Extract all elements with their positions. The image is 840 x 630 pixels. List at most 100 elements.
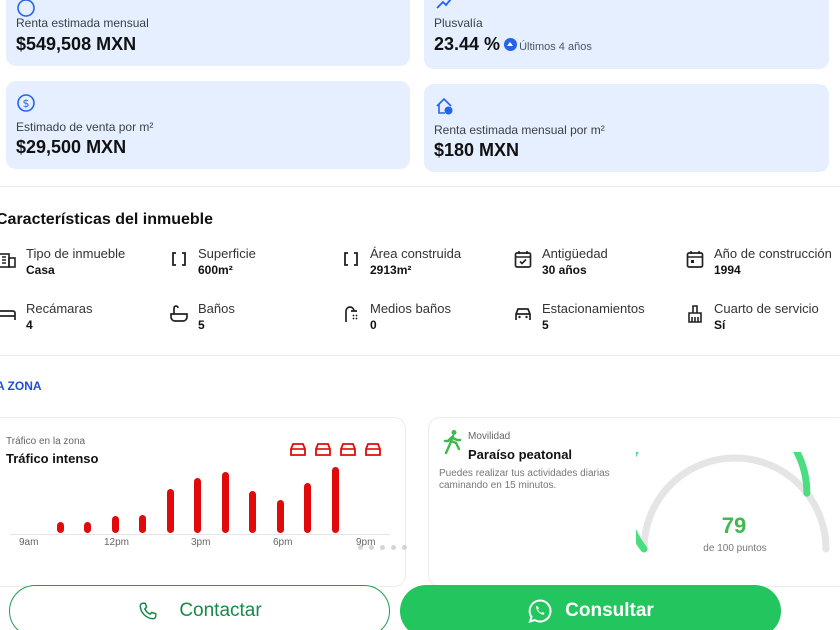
carousel-dot[interactable] [402,545,407,550]
mobility-value: Paraíso peatonal [468,447,573,462]
walking-person-icon [443,430,462,455]
divider [0,355,840,356]
stat-value: 23.44 % Últimos 4 años [434,34,592,55]
feature-service-room: Cuarto de servicio Sí [684,301,840,341]
car-icon [290,443,306,456]
traffic-bar [304,483,311,533]
feature-label: Medios baños [370,301,451,316]
brackets-icon [172,252,186,266]
mobility-score-sub: de 100 puntos [703,543,767,554]
feature-value: 30 años [542,263,587,277]
feature-value: 600m² [198,263,233,277]
feature-value: Casa [26,263,55,277]
consult-button[interactable]: Consultar [400,585,781,630]
car-icon [365,443,381,456]
carousel-dot[interactable] [358,545,363,550]
building-icon [0,253,16,268]
section-title-zone: A ZONA [0,379,42,393]
feature-bathrooms: Baños 5 [168,301,328,341]
dollar-circle-icon: $ [17,94,35,112]
stat-label: Estimado de venta por m² [16,120,154,134]
stat-value: $29,500 MXN [16,137,127,157]
feature-value: 2913m² [370,263,412,277]
car-icon [340,443,356,456]
mobility-description: Puedes realizar tus actividades diarias … [439,468,610,491]
feature-parking: Estacionamientos 5 [512,301,672,341]
feature-value: 0 [370,318,377,332]
feature-built-area: Área construida 2913m² [340,246,500,286]
consult-label: Consultar [565,600,654,621]
carousel-dot[interactable] [380,545,385,550]
phone-icon [139,602,157,620]
whatsapp-icon [528,599,552,623]
traffic-bar [111,516,119,533]
feature-age: Antigüedad 30 años [512,246,672,286]
calendar-check-icon [514,251,532,268]
stat-label: Renta estimada mensual [16,16,149,30]
feature-label: Recámaras [26,301,93,316]
feature-value: 4 [26,318,33,332]
stat-label: Plusvalía [434,16,483,30]
carousel-dots[interactable] [358,545,407,550]
traffic-bar [139,515,146,533]
feature-label: Superficie [198,246,256,261]
carousel-dot[interactable] [391,545,396,550]
house-dollar-icon [436,97,453,115]
contact-label: Contactar [179,600,262,621]
feature-value: 5 [198,318,205,332]
feature-value: Sí [714,318,726,332]
feature-property-type: Tipo de inmueble Casa [0,246,156,286]
cleaning-icon [688,305,702,323]
feature-label: Área construida [370,246,462,261]
contact-button[interactable]: Contactar [9,585,390,630]
traffic-bar [84,521,91,533]
section-title-features: Características del inmueble [0,211,213,228]
feature-value: 5 [542,318,549,332]
bed-icon [0,310,16,320]
feature-label: Año de construcción [714,246,832,261]
trend-up-icon [436,0,452,9]
car-icon [315,443,331,456]
mobility-label: Movilidad [468,431,511,442]
carousel-dot[interactable] [369,545,374,550]
chart-baseline [10,534,390,535]
tick-label: 3pm [191,537,211,548]
traffic-bar [166,488,174,533]
traffic-bar [276,499,284,533]
traffic-label: Tráfico en la zona [6,436,86,447]
calendar-icon [686,251,704,268]
feature-label: Baños [198,301,235,316]
feature-label: Estacionamientos [542,301,645,316]
stat-value: $180 MXN [434,140,520,160]
traffic-bar [249,490,256,533]
capital-gain-period: Últimos 4 años [519,41,592,53]
stat-card-capital-gain: Plusvalía 23.44 % Últimos 4 años [424,0,829,69]
traffic-bar [221,472,229,533]
stat-value: $549,508 MXN [16,34,137,54]
bathtub-icon [170,305,188,322]
stat-card-sale-per-m2: $ Estimado de venta por m² $29,500 MXN [6,81,410,169]
tick-label: 9am [19,537,39,548]
feature-label: Cuarto de servicio [714,301,819,316]
traffic-bar [194,477,201,533]
car-icon [515,308,531,320]
brackets-icon [344,252,358,266]
stat-card-rent-per-m2: Renta estimada mensual por m² $180 MXN [424,84,829,172]
traffic-bar [331,466,339,533]
stat-card-rent-monthly: Renta estimada mensual $549,508 MXN [6,0,410,66]
divider [0,186,840,187]
feature-half-baths: Medios baños 0 [340,301,500,341]
feature-label: Antigüedad [542,246,608,261]
feature-surface: Superficie 600m² [168,246,328,286]
arrow-up-circle-icon [504,38,518,51]
feature-bedrooms: Recámaras 4 [0,301,156,341]
feature-year-built: Año de construcción 1994 [684,246,840,286]
tick-label: 6pm [273,537,293,548]
traffic-value: Tráfico intenso [6,451,99,466]
feature-value: 1994 [714,263,741,277]
svg-text:$: $ [23,97,30,110]
capital-gain-percent: 23.44 % [434,34,501,54]
traffic-bar [56,521,64,533]
stat-label: Renta estimada mensual por m² [434,123,605,137]
shower-icon [345,306,358,322]
